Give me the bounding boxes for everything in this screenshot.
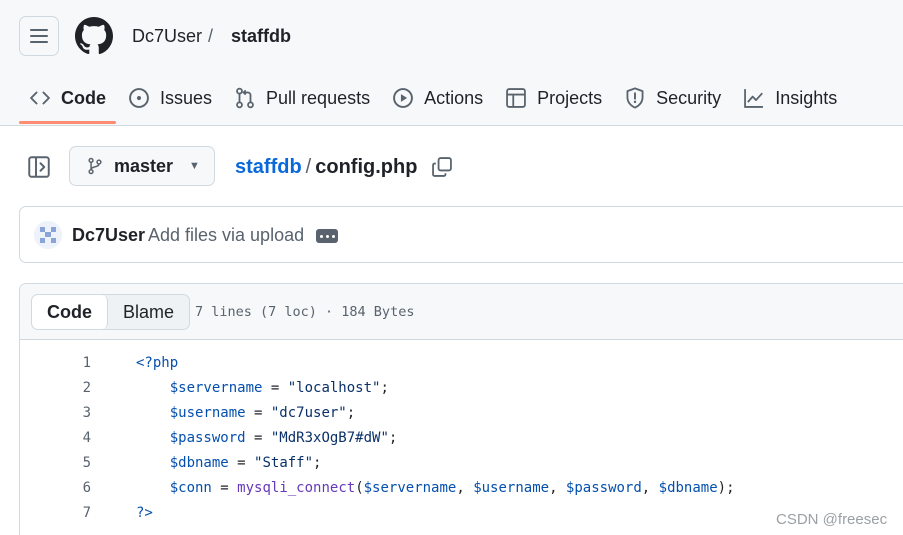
line-source: $conn = mysqli_connect($servername, $use… (169, 479, 735, 496)
tab-issues[interactable]: Issues (118, 78, 222, 118)
tab-actions[interactable]: Actions (382, 78, 493, 118)
tab-projects-label: Projects (537, 87, 603, 108)
tab-issues-label: Issues (160, 87, 213, 108)
code-line: 4 $password = "MdR3xOgB7#dW"; (20, 425, 903, 450)
line-source: <?php (136, 354, 179, 371)
active-tab-underline (19, 121, 116, 124)
tab-insights[interactable]: Insights (733, 78, 847, 118)
path-file-name: config.php (315, 156, 418, 178)
git-pull-request-icon (234, 87, 256, 109)
shield-icon (624, 87, 646, 109)
tab-projects[interactable]: Projects (495, 78, 612, 118)
line-source: $password = "MdR3xOgB7#dW"; (169, 429, 398, 446)
code-line: 3 $username = "dc7user"; (20, 400, 903, 425)
breadcrumb-owner[interactable]: Dc7User (132, 26, 202, 47)
tab-insights-label: Insights (775, 87, 838, 108)
copy-icon[interactable] (431, 156, 453, 178)
code-icon (29, 87, 51, 109)
line-number[interactable]: 5 (20, 455, 91, 471)
file-path-breadcrumb: staffdb / config.php (235, 156, 417, 179)
code-viewer-header: Code Blame 7 lines (7 loc) · 184 Bytes (20, 284, 903, 340)
code-line: 1 <?php (20, 350, 903, 375)
code-lines: 1 <?php 2 $servername = "localhost"; 3 $use… (20, 350, 903, 525)
issue-opened-icon (128, 87, 150, 109)
tab-security-label: Security (656, 87, 722, 108)
repo-header: Dc7User / staffdb Code Issues Pull reque… (0, 0, 903, 126)
line-source: $dbname = "Staff"; (169, 454, 322, 471)
identicon-icon (34, 221, 62, 249)
git-branch-icon (88, 157, 102, 175)
line-number[interactable]: 3 (20, 405, 91, 421)
view-mode-toggle: Code Blame (31, 294, 191, 330)
code-line: 2 $servername = "localhost"; (20, 375, 903, 400)
tab-code-label: Code (61, 87, 106, 108)
line-source: $servername = "localhost"; (169, 379, 389, 396)
path-separator: / (305, 156, 312, 178)
commit-message[interactable]: Add files via upload (148, 225, 304, 246)
line-number[interactable]: 6 (20, 480, 91, 496)
tab-security[interactable]: Security (614, 78, 731, 118)
blame-view-button[interactable]: Blame (108, 295, 189, 329)
code-line: 6 $conn = mysqli_connect($servername, $u… (20, 475, 903, 500)
commit-author[interactable]: Dc7User (72, 225, 145, 246)
breadcrumb-repo[interactable]: staffdb (231, 26, 291, 47)
code-line: 5 $dbname = "Staff"; (20, 450, 903, 475)
file-info: 7 lines (7 loc) · 184 Bytes (195, 304, 415, 320)
chevron-down-icon: ▼ (189, 160, 200, 172)
sidebar-expand-icon[interactable] (27, 155, 51, 179)
hamburger-icon (30, 29, 48, 43)
breadcrumb-separator: / (208, 26, 214, 46)
branch-name: master (114, 155, 174, 176)
line-source: ?> (136, 504, 153, 521)
line-number[interactable]: 2 (20, 380, 91, 396)
code-line: 7 ?> (20, 500, 903, 525)
line-number[interactable]: 1 (20, 355, 91, 371)
tab-code[interactable]: Code (19, 78, 116, 124)
line-number[interactable]: 4 (20, 430, 91, 446)
tab-actions-label: Actions (424, 87, 484, 108)
avatar[interactable] (34, 221, 62, 249)
ellipsis-icon[interactable] (316, 229, 338, 243)
latest-commit-bar: Dc7User Add files via upload (19, 206, 903, 263)
github-logo-icon[interactable] (75, 17, 113, 55)
tab-pull-requests[interactable]: Pull requests (224, 78, 380, 118)
line-source: $username = "dc7user"; (169, 404, 356, 421)
branch-selector-button[interactable]: master ▼ (69, 146, 215, 186)
play-icon (392, 87, 414, 109)
code-view-button[interactable]: Code (32, 295, 108, 329)
graph-icon (743, 87, 765, 109)
path-repo-link[interactable]: staffdb (235, 156, 302, 178)
line-number[interactable]: 7 (20, 505, 91, 521)
repo-nav: Code Issues Pull requests Actions Projec… (19, 76, 849, 124)
tab-pull-requests-label: Pull requests (266, 87, 371, 108)
menu-button[interactable] (19, 16, 59, 56)
code-viewer: Code Blame 7 lines (7 loc) · 184 Bytes 1… (19, 283, 903, 535)
watermark: CSDN @freesec (776, 511, 888, 528)
table-icon (505, 87, 527, 109)
